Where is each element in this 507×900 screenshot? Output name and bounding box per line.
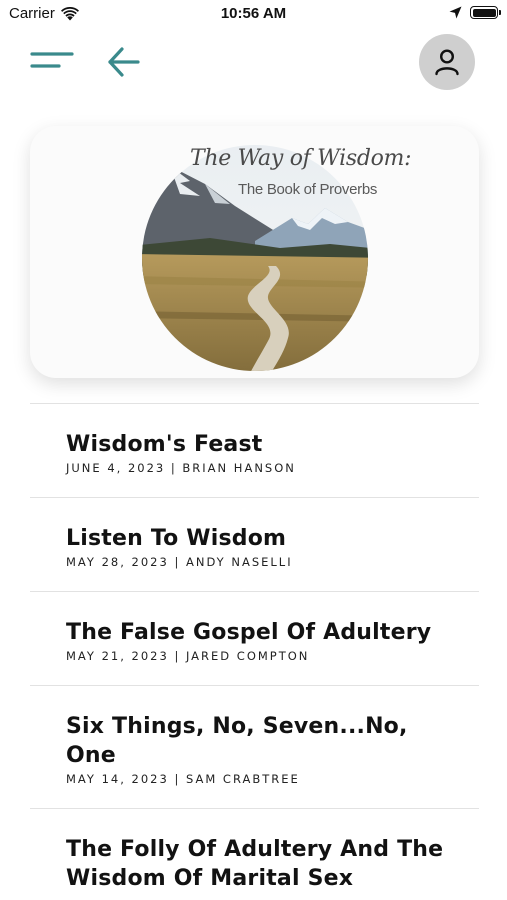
user-icon bbox=[435, 49, 459, 76]
status-right bbox=[449, 6, 501, 19]
battery-icon bbox=[470, 6, 501, 19]
sermon-list: Wisdom's Feast JUNE 4, 2023 | BRIAN HANS… bbox=[30, 403, 479, 900]
sermon-title: The Folly Of Adultery And The Wisdom Of … bbox=[66, 837, 444, 891]
menu-icon bbox=[30, 52, 74, 68]
status-time: 10:56 AM bbox=[220, 5, 287, 22]
sermon-meta: MAY 14, 2023 | SAM CRABTREE bbox=[66, 772, 300, 786]
sermon-list-item[interactable]: The Folly Of Adultery And The Wisdom Of … bbox=[30, 808, 479, 900]
sermon-list-item[interactable]: Wisdom's Feast JUNE 4, 2023 | BRIAN HANS… bbox=[30, 403, 479, 497]
sermon-list-item[interactable]: Listen To Wisdom MAY 28, 2023 | ANDY NAS… bbox=[30, 497, 479, 591]
sermon-meta: JUNE 4, 2023 | BRIAN HANSON bbox=[66, 461, 296, 475]
sermon-meta: MAY 21, 2023 | JARED COMPTON bbox=[66, 649, 310, 663]
sermon-title: Listen To Wisdom bbox=[66, 526, 287, 551]
sermon-title: Wisdom's Feast bbox=[66, 432, 263, 457]
sermon-title: The False Gospel Of Adultery bbox=[66, 620, 432, 645]
location-arrow-icon bbox=[449, 6, 462, 19]
sermon-title: Six Things, No, Seven...No, One bbox=[66, 714, 408, 768]
series-artwork-card[interactable]: The Way of Wisdom: The Book of Proverbs bbox=[30, 126, 479, 378]
status-bar: Carrier 10:56 AM bbox=[0, 0, 507, 28]
menu-button[interactable] bbox=[30, 48, 76, 76]
sermon-list-item[interactable]: Six Things, No, Seven...No, One MAY 14, … bbox=[30, 685, 479, 808]
back-button[interactable] bbox=[104, 44, 144, 80]
series-title: The Way of Wisdom: bbox=[190, 146, 412, 171]
nav-bar bbox=[0, 32, 507, 92]
series-subtitle: The Book of Proverbs bbox=[238, 181, 378, 198]
profile-button[interactable] bbox=[419, 34, 475, 90]
sermon-meta: MAY 28, 2023 | ANDY NASELLI bbox=[66, 555, 293, 569]
sermon-list-item[interactable]: The False Gospel Of Adultery MAY 21, 202… bbox=[30, 591, 479, 685]
arrow-left-icon bbox=[108, 47, 140, 77]
